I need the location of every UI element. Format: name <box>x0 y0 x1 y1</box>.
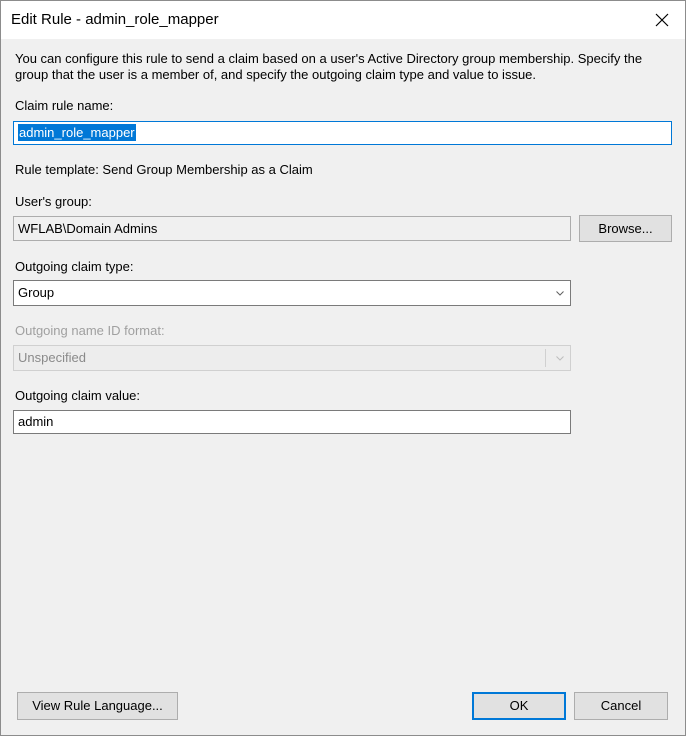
outgoing-name-id-format-select: Unspecified <box>13 345 571 371</box>
close-button[interactable] <box>639 1 685 39</box>
outgoing-claim-type-value: Group <box>18 285 55 300</box>
ok-button[interactable]: OK <box>472 692 566 720</box>
title-bar[interactable]: Edit Rule - admin_role_mapper <box>1 1 685 39</box>
outgoing-name-id-format-label: Outgoing name ID format: <box>15 323 165 338</box>
outgoing-claim-value-label: Outgoing claim value: <box>15 388 141 403</box>
users-group-label: User's group: <box>15 194 92 209</box>
outgoing-claim-type-label: Outgoing claim type: <box>15 259 134 274</box>
claim-rule-name-input[interactable]: admin_role_mapper <box>13 121 672 145</box>
combo-separator <box>545 349 546 367</box>
claim-rule-name-value: admin_role_mapper <box>18 124 136 141</box>
view-rule-language-button[interactable]: View Rule Language... <box>17 692 178 720</box>
edit-rule-dialog: Edit Rule - admin_role_mapper You can co… <box>0 0 686 736</box>
window-title: Edit Rule - admin_role_mapper <box>11 11 219 28</box>
cancel-button[interactable]: Cancel <box>574 692 668 720</box>
rule-template-text: Rule template: Send Group Membership as … <box>15 162 313 177</box>
users-group-input[interactable]: WFLAB\Domain Admins <box>13 216 571 241</box>
outgoing-name-id-format-value: Unspecified <box>18 350 86 365</box>
browse-button[interactable]: Browse... <box>579 215 672 242</box>
outgoing-claim-value-input[interactable]: admin <box>13 410 571 434</box>
claim-rule-name-label: Claim rule name: <box>15 98 114 113</box>
close-icon <box>655 13 669 27</box>
outgoing-claim-type-select[interactable]: Group <box>13 280 571 306</box>
chevron-down-icon <box>556 291 564 296</box>
description-text: You can configure this rule to send a cl… <box>15 51 643 82</box>
chevron-down-icon <box>556 356 564 361</box>
